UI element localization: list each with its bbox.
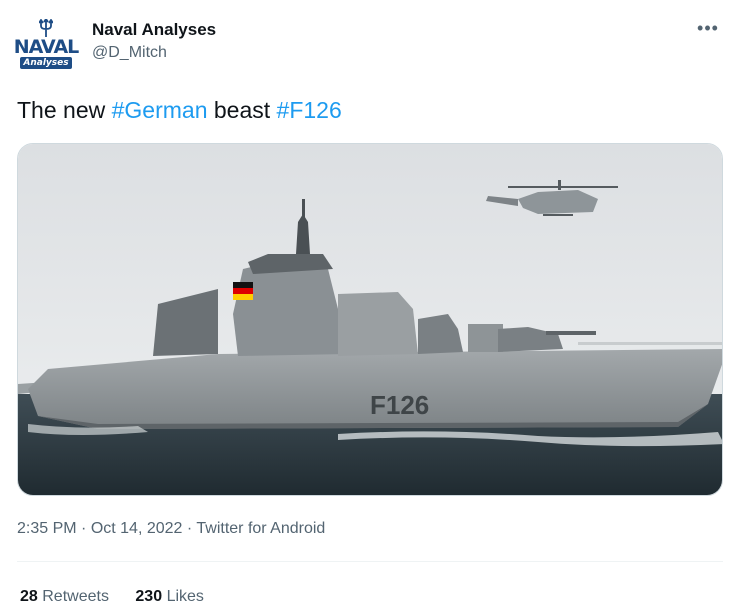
tweet-text-prefix: The new [17,97,112,123]
tweet-time[interactable]: 2:35 PM [17,520,77,537]
author-display-name[interactable]: Naval Analyses [92,20,216,40]
ship-gun [546,331,596,335]
more-options-button[interactable]: ••• [694,18,722,38]
tweet-header: NAVAL Analyses Naval Analyses @D_Mitch •… [14,16,726,76]
tweet-text: The new #German beast #F126 [17,95,342,125]
author-handle[interactable]: @D_Mitch [92,43,216,63]
likes-count: 230 [135,588,163,605]
likes-stat[interactable]: 230 Likes [135,587,204,606]
tweet-date[interactable]: Oct 14, 2022 [91,520,183,537]
hashtag-german[interactable]: #German [112,97,208,123]
retweets-stat[interactable]: 28 Retweets [20,587,109,606]
tweet-media[interactable]: F126 [17,143,723,496]
tweet-text-middle: beast [207,97,277,123]
trident-icon [39,19,53,37]
avatar-logo-subtext: Analyses [20,57,72,69]
tweet-source[interactable]: Twitter for Android [196,520,325,537]
meta-separator: · [182,520,197,537]
meta-separator: · [76,520,91,537]
retweets-count: 28 [20,588,38,605]
author-names: Naval Analyses @D_Mitch [92,20,216,63]
german-flag [233,282,253,288]
tweet-stats: 28 Retweets 230 Likes [20,587,226,606]
frigate-image: F126 [18,144,722,495]
retweets-label: Retweets [42,588,109,605]
avatar[interactable]: NAVAL Analyses [14,16,79,72]
likes-label: Likes [166,588,204,605]
hull-marking: F126 [370,390,429,420]
avatar-logo-text: NAVAL [13,36,80,58]
hashtag-f126[interactable]: #F126 [277,97,342,123]
more-horizontal-icon: ••• [697,17,719,38]
tweet-meta: 2:35 PM · Oct 14, 2022 · Twitter for And… [17,519,325,539]
divider [17,561,723,562]
